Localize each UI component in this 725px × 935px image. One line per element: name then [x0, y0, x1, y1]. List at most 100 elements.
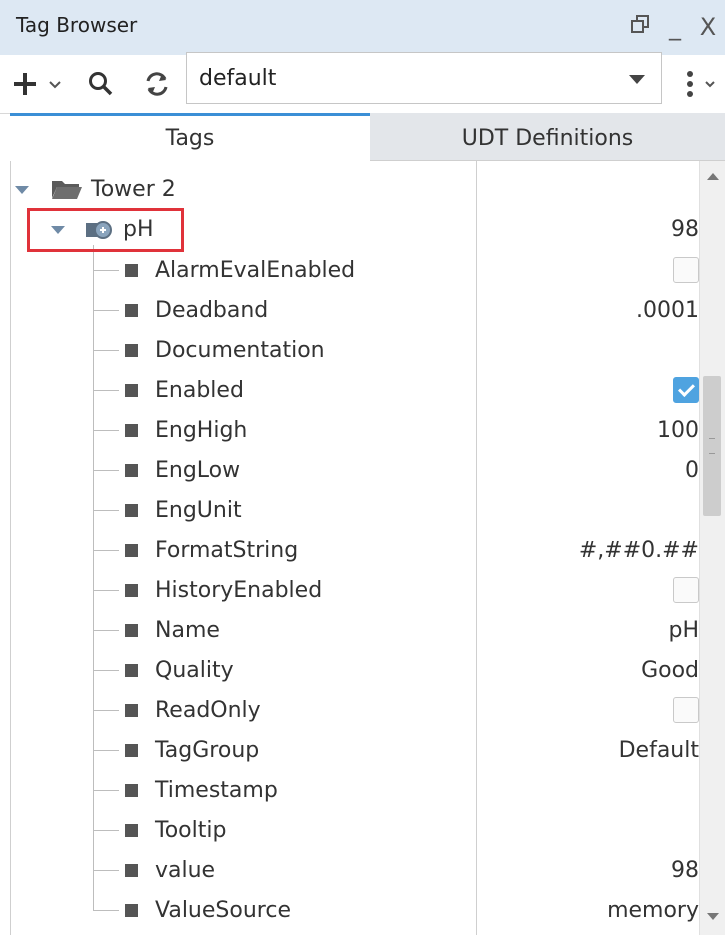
property-label: ValueSource [155, 898, 291, 923]
property-icon [125, 624, 138, 637]
tree-connector [93, 750, 119, 751]
tree-connector [93, 470, 119, 471]
scrollbar-thumb[interactable] [703, 376, 721, 516]
tree-connector [93, 510, 119, 511]
tree-row-property[interactable]: Enabled [11, 370, 699, 410]
tab-bar: Tags UDT Definitions [0, 113, 725, 161]
tree-row-property[interactable]: FormatString #,##0.## [11, 530, 699, 570]
property-icon [125, 744, 138, 757]
scroll-down-arrow-icon[interactable] [707, 913, 719, 920]
property-icon [125, 504, 138, 517]
tree-row-property[interactable]: Documentation [11, 330, 699, 370]
property-value: pH [668, 618, 699, 643]
property-value: #,##0.## [578, 538, 699, 563]
tree-connector [93, 670, 119, 671]
property-value: .0001 [636, 298, 699, 323]
property-icon [125, 904, 138, 917]
property-icon [125, 824, 138, 837]
tree-row-property[interactable]: ReadOnly [11, 690, 699, 730]
search-button[interactable] [82, 65, 120, 103]
highlight-box [27, 208, 184, 252]
provider-selected-value: default [199, 66, 277, 91]
property-checkbox-checked[interactable] [673, 377, 699, 403]
plus-icon [14, 73, 61, 95]
tree-connector [93, 270, 119, 271]
tab-udt-definitions[interactable]: UDT Definitions [370, 113, 725, 161]
tree-connector [93, 590, 119, 591]
tree-row-property[interactable]: value 98 [11, 850, 699, 890]
property-value: 98 [671, 858, 699, 883]
refresh-button[interactable] [138, 65, 176, 103]
tree-row-property[interactable]: EngLow 0 [11, 450, 699, 490]
property-label: Timestamp [155, 778, 278, 803]
tab-tags[interactable]: Tags [10, 113, 370, 161]
property-icon [125, 664, 138, 677]
tree-row-property[interactable]: TagGroup Default [11, 730, 699, 770]
restore-icon[interactable] [625, 12, 655, 42]
property-value: 0 [685, 458, 699, 483]
property-icon [125, 464, 138, 477]
tree-row-property[interactable]: Quality Good [11, 650, 699, 690]
property-label: Documentation [155, 338, 325, 363]
property-label: Enabled [155, 378, 244, 403]
property-icon [125, 544, 138, 557]
grip-icon [709, 438, 715, 454]
scroll-up-arrow-icon[interactable] [707, 173, 719, 180]
property-label: TagGroup [155, 738, 260, 763]
search-icon [89, 72, 113, 96]
chevron-down-icon [629, 75, 645, 84]
tree-connector [93, 350, 119, 351]
tree-row-property[interactable]: Name pH [11, 610, 699, 650]
property-label: EngLow [155, 458, 241, 483]
tag-provider-dropdown[interactable]: default [186, 52, 662, 104]
window-title: Tag Browser [16, 13, 138, 37]
more-options-button[interactable] [670, 65, 725, 103]
property-value: memory [607, 898, 699, 923]
kebab-menu-icon [686, 71, 715, 97]
tree-row-property[interactable]: HistoryEnabled [11, 570, 699, 610]
tree-row-property[interactable]: Tooltip [11, 810, 699, 850]
tree-connector [93, 910, 119, 911]
tree-row-property[interactable]: AlarmEvalEnabled [11, 250, 699, 290]
expand-arrow-icon[interactable] [15, 186, 29, 194]
tree-row-property[interactable]: Deadband .0001 [11, 290, 699, 330]
folder-open-icon [51, 178, 83, 204]
property-checkbox[interactable] [673, 257, 699, 283]
property-icon [125, 864, 138, 877]
property-icon [125, 704, 138, 717]
property-icon [125, 344, 138, 357]
vertical-scrollbar[interactable] [699, 161, 725, 935]
property-checkbox[interactable] [673, 577, 699, 603]
add-tag-button[interactable] [10, 65, 70, 103]
minimize-button[interactable]: _ [660, 12, 690, 42]
tag-value: 98 [671, 217, 699, 242]
property-value: Good [641, 658, 699, 683]
tree-connector [93, 830, 119, 831]
property-icon [125, 304, 138, 317]
tag-tree: Tower 2 pH 98 AlarmEvalEnabled Deadband … [10, 161, 725, 935]
tree-connector [93, 390, 119, 391]
close-button[interactable]: X [693, 12, 723, 42]
tree-row-property[interactable]: EngUnit [11, 490, 699, 530]
property-label: EngHigh [155, 418, 248, 443]
property-value: 100 [657, 418, 699, 443]
property-icon [125, 584, 138, 597]
tree-row-property[interactable]: Timestamp [11, 770, 699, 810]
property-label: ReadOnly [155, 698, 261, 723]
tree-connector [93, 310, 119, 311]
property-icon [125, 784, 138, 797]
refresh-icon [146, 72, 168, 96]
tag-browser-window: Tag Browser _ X default Tags UDT Definit… [0, 0, 725, 935]
property-checkbox[interactable] [673, 697, 699, 723]
property-label: Quality [155, 658, 234, 683]
property-label: Tooltip [155, 818, 227, 843]
tree-connector [93, 630, 119, 631]
title-bar: Tag Browser _ X [0, 0, 725, 55]
property-label: Name [155, 618, 220, 643]
tree-row-folder[interactable]: Tower 2 [11, 169, 699, 209]
property-value: Default [618, 738, 699, 763]
tree-row-property[interactable]: ValueSource memory [11, 890, 699, 930]
property-icon [125, 264, 138, 277]
tree-connector [93, 790, 119, 791]
tree-row-property[interactable]: EngHigh 100 [11, 410, 699, 450]
